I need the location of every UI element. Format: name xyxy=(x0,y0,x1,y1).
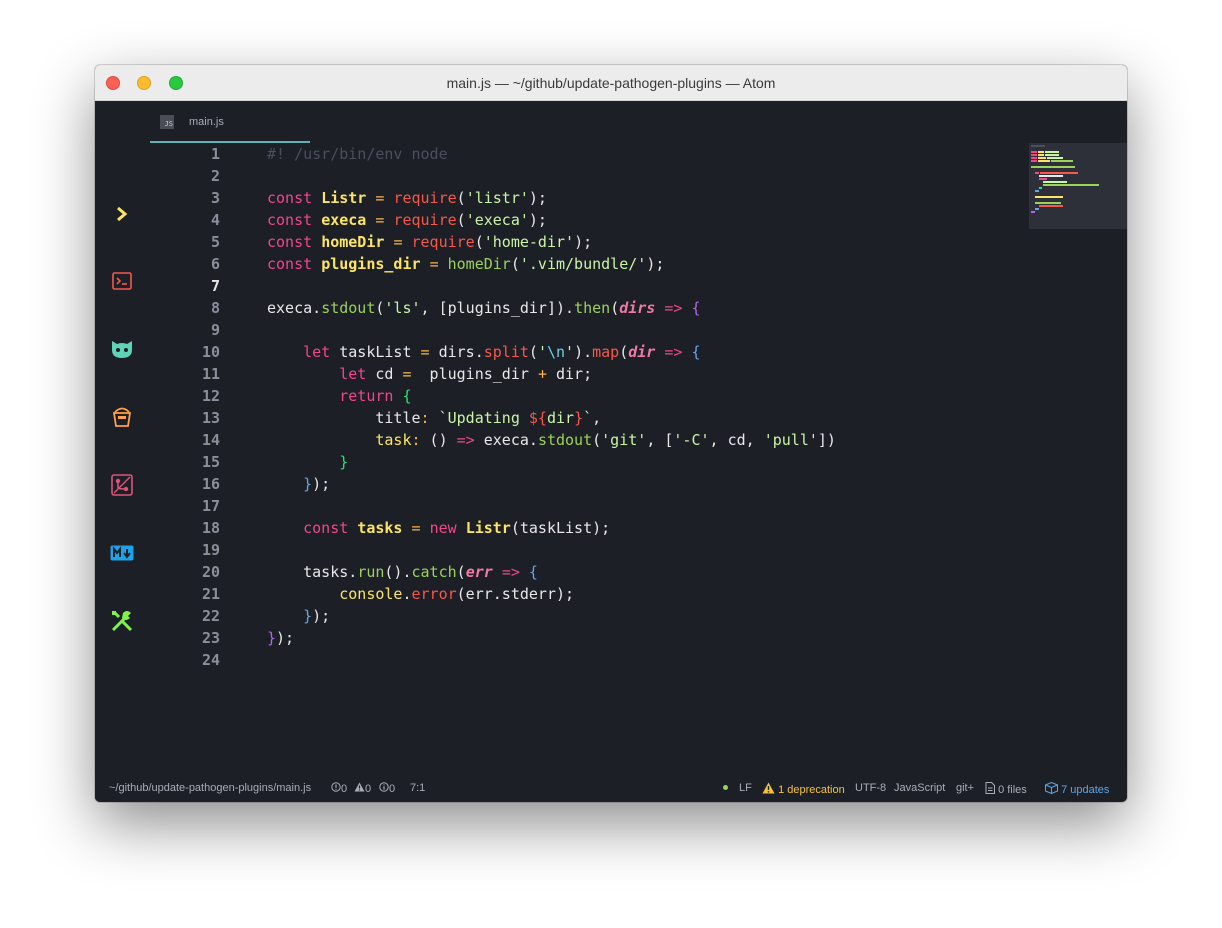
linter-warnings[interactable]: 0 xyxy=(354,782,371,795)
tab-bar: JS main.js xyxy=(150,101,1127,143)
file-count[interactable]: 0 files xyxy=(985,782,1027,796)
minimap[interactable] xyxy=(1029,143,1127,229)
window-title: main.js — ~/github/update-pathogen-plugi… xyxy=(446,75,776,91)
error-count: 0 xyxy=(341,783,348,795)
line-number: 2 xyxy=(210,167,220,185)
line-number: 8 xyxy=(210,299,220,317)
line-number: 17 xyxy=(201,497,220,515)
code-line: #! /usr/bin/env node xyxy=(267,145,448,163)
package-icon xyxy=(1045,781,1058,795)
cursor-position[interactable]: 7:1 xyxy=(410,782,425,794)
code-line: return { xyxy=(339,387,412,405)
tools-icon[interactable] xyxy=(108,608,136,634)
terminal-icon[interactable] xyxy=(108,268,136,294)
git-status-dot xyxy=(723,785,728,790)
file-count-label: 0 files xyxy=(998,784,1027,796)
code-line: } xyxy=(339,453,349,471)
line-number: 19 xyxy=(201,541,220,559)
line-number: 10 xyxy=(201,343,220,361)
line-ending[interactable]: LF xyxy=(739,782,752,794)
line-number: 9 xyxy=(210,321,220,339)
code-line: const plugins_dir = homeDir('.vim/bundle… xyxy=(267,255,665,273)
error-icon xyxy=(331,782,341,792)
line-number: 4 xyxy=(210,211,220,229)
code-line: tasks.run().catch(err => { xyxy=(267,563,538,581)
warning-icon xyxy=(762,782,775,794)
tab-label: main.js xyxy=(189,116,224,128)
line-number: 16 xyxy=(201,475,220,493)
info-count: 0 xyxy=(389,783,396,795)
encoding[interactable]: UTF-8 xyxy=(855,782,886,794)
code-line: }); xyxy=(303,607,331,625)
status-bar: ~/github/update-pathogen-plugins/main.js… xyxy=(95,774,1127,802)
line-number: 5 xyxy=(210,233,220,251)
code-line: console.error(err.stderr); xyxy=(339,585,575,603)
git-branch-icon[interactable] xyxy=(108,472,136,498)
grammar[interactable]: JavaScript xyxy=(894,782,945,794)
updates-label: 7 updates xyxy=(1061,784,1110,796)
code-line: task: () => execa.stdout('git', ['-C', c… xyxy=(375,431,836,449)
code-line: const tasks = new Listr(taskList); xyxy=(303,519,611,537)
tab-main-js[interactable]: JS main.js xyxy=(150,101,310,143)
code-line: execa.stdout('ls', [plugins_dir]).then(d… xyxy=(267,299,701,317)
github-icon[interactable] xyxy=(108,336,136,362)
info-icon xyxy=(379,782,389,792)
code-line: let cd = plugins_dir + dir; xyxy=(339,365,593,383)
line-number: 6 xyxy=(210,255,220,273)
warning-count: 0 xyxy=(365,783,372,795)
linter-errors[interactable]: 0 xyxy=(331,782,347,795)
code-line: const Listr = require('listr'); xyxy=(267,189,547,207)
line-number: 22 xyxy=(201,607,220,625)
line-number: 23 xyxy=(201,629,220,647)
linter-infos[interactable]: 0 xyxy=(379,782,395,795)
line-number: 24 xyxy=(201,651,220,669)
code-line: title: `Updating ${dir}`, xyxy=(267,409,602,427)
deprecation-status[interactable]: 1 deprecation xyxy=(762,782,845,796)
line-number: 13 xyxy=(201,409,220,427)
git-branch[interactable]: git+ xyxy=(956,782,974,794)
line-number: 15 xyxy=(201,453,220,471)
chevron-right-icon[interactable] xyxy=(108,201,136,227)
code-line: const execa = require('execa'); xyxy=(267,211,547,229)
deprecation-label: 1 deprecation xyxy=(778,784,845,796)
code-line: }); xyxy=(303,475,331,493)
file-icon xyxy=(985,782,995,794)
code-line: }); xyxy=(267,629,295,647)
code-line: const homeDir = require('home-dir'); xyxy=(267,233,593,251)
package-updates[interactable]: 7 updates xyxy=(1045,781,1110,796)
line-number: 21 xyxy=(201,585,220,603)
title-bar: main.js — ~/github/update-pathogen-plugi… xyxy=(95,65,1127,101)
line-number-active: 7 xyxy=(210,277,220,295)
code-editor[interactable]: 1 #! /usr/bin/env node 2 3 const Listr = r… xyxy=(150,143,1027,763)
line-number: 14 xyxy=(201,431,220,449)
line-number: 3 xyxy=(210,189,220,207)
bucket-icon[interactable] xyxy=(108,404,136,430)
markdown-icon[interactable] xyxy=(108,540,136,566)
js-file-icon: JS xyxy=(160,115,174,129)
line-number: 1 xyxy=(210,145,220,163)
file-path[interactable]: ~/github/update-pathogen-plugins/main.js xyxy=(109,782,311,794)
activity-bar xyxy=(95,101,150,802)
line-number: 11 xyxy=(201,365,220,383)
line-number: 20 xyxy=(201,563,220,581)
line-number: 18 xyxy=(201,519,220,537)
warning-icon xyxy=(354,782,365,792)
code-line: let taskList = dirs.split('\n').map(dir … xyxy=(303,343,701,361)
atom-window: main.js — ~/github/update-pathogen-plugi… xyxy=(95,65,1127,802)
line-number: 12 xyxy=(201,387,220,405)
